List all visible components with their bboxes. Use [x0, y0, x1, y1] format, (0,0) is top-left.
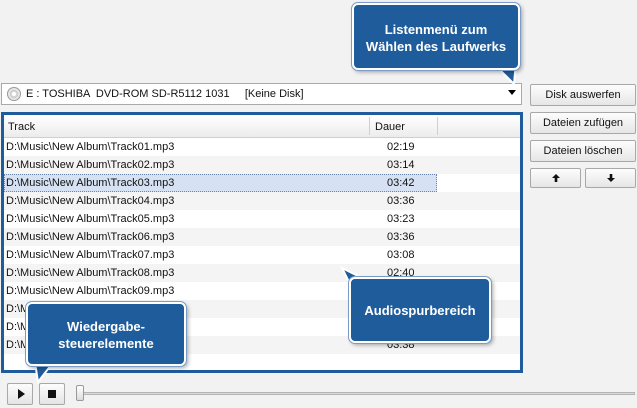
table-row[interactable]: D:\Music\New Album\Track06.mp3 03:36	[4, 228, 520, 246]
move-up-button[interactable]	[530, 168, 581, 188]
table-row[interactable]: D:\Music\New Album\Track07.mp3 03:08	[4, 246, 520, 264]
column-divider[interactable]	[437, 117, 438, 135]
track-duration: 03:36	[387, 231, 415, 243]
column-divider[interactable]	[369, 117, 370, 135]
table-row[interactable]: D:\Music\New Album\Track04.mp3 03:36	[4, 192, 520, 210]
callout-drive-list-line2: Wählen des Laufwerks	[365, 39, 507, 54]
track-duration: 03:08	[387, 249, 415, 261]
track-duration: 02:19	[387, 141, 415, 153]
table-row[interactable]: D:\Music\New Album\Track05.mp3 03:23	[4, 210, 520, 228]
track-duration: 03:36	[387, 195, 415, 207]
move-down-button[interactable]	[585, 168, 636, 188]
column-header-duration[interactable]: Dauer	[375, 121, 405, 133]
arrow-down-icon	[606, 174, 615, 182]
eject-disk-button[interactable]: Disk auswerfen	[530, 84, 636, 106]
track-path: D:\Music\New Album\Track04.mp3	[6, 195, 175, 207]
stop-button[interactable]	[39, 383, 65, 405]
track-path: D:\Music\New Album\Track08.mp3	[6, 267, 175, 279]
drive-select-value: E : TOSHIBA DVD-ROM SD-R5112 1031 [Keine…	[26, 88, 304, 100]
table-row-selected[interactable]: D:\Music\New Album\Track03.mp3 03:42	[4, 174, 520, 192]
track-duration: 03:23	[387, 213, 415, 225]
track-path: D:\Music\New Album\Track09.mp3	[6, 285, 175, 297]
drive-select[interactable]: E : TOSHIBA DVD-ROM SD-R5112 1031 [Keine…	[1, 83, 522, 105]
delete-files-button[interactable]: Dateien löschen	[530, 140, 636, 162]
callout-playback-controls: Wiedergabe- steuerelemente	[26, 302, 186, 366]
table-row[interactable]: D:\Music\New Album\Track01.mp3 02:19	[4, 138, 520, 156]
callout-playback-line2: steuerelemente	[58, 336, 154, 351]
add-files-button[interactable]: Dateien zufügen	[530, 112, 636, 134]
callout-drive-list: Listenmenü zum Wählen des Laufwerks	[352, 3, 520, 70]
play-button[interactable]	[7, 383, 33, 405]
list-header: Track Dauer	[4, 115, 520, 138]
callout-drive-list-line1: Listenmenü zum	[384, 22, 488, 37]
track-path: D:\Music\New Album\Track03.mp3	[6, 177, 175, 189]
column-header-track[interactable]: Track	[8, 121, 35, 133]
callout-audio-area: Audiospurbereich	[349, 277, 491, 343]
track-path: D:\Music\New Album\Track07.mp3	[6, 249, 175, 261]
track-path: D:\Music\New Album\Track02.mp3	[6, 159, 175, 171]
seek-thumb[interactable]	[76, 385, 84, 401]
chevron-down-icon[interactable]	[508, 90, 516, 95]
arrow-up-icon	[551, 174, 560, 182]
track-path: D:\Music\New Album\Track06.mp3	[6, 231, 175, 243]
stop-icon	[48, 390, 56, 398]
track-duration: 03:42	[387, 177, 415, 189]
callout-audio-area-text: Audiospurbereich	[364, 303, 476, 318]
track-path: D:\Music\New Album\Track05.mp3	[6, 213, 175, 225]
track-path: D:\Music\New Album\Track01.mp3	[6, 141, 175, 153]
track-duration: 03:14	[387, 159, 415, 171]
play-icon	[18, 389, 25, 399]
seek-bar[interactable]	[80, 392, 635, 395]
table-row[interactable]: D:\Music\New Album\Track02.mp3 03:14	[4, 156, 520, 174]
callout-playback-line1: Wiedergabe-	[67, 319, 145, 334]
disc-icon	[7, 87, 21, 101]
